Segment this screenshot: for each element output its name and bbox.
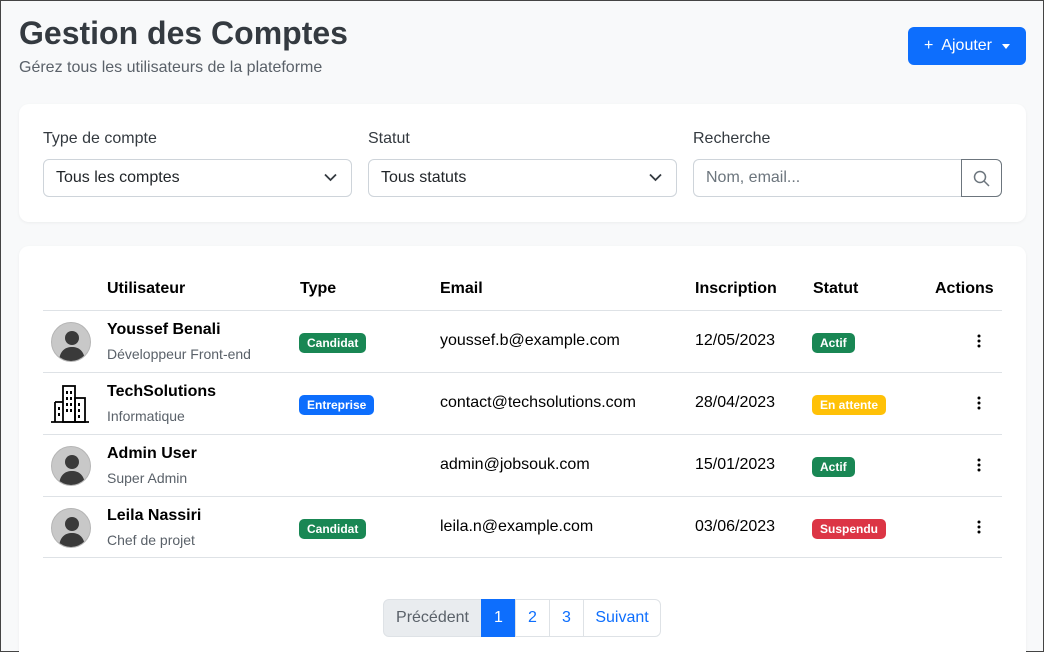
user-role: Chef de projet <box>107 532 195 548</box>
pagination-page-3[interactable]: 3 <box>549 599 584 637</box>
user-name[interactable]: TechSolutions <box>107 383 216 401</box>
page-title: Gestion des Comptes <box>19 15 348 51</box>
person-icon <box>51 508 91 548</box>
search-icon <box>973 170 990 187</box>
user-name[interactable]: Leila Nassiri <box>107 507 201 525</box>
status-filter: Statut Tous statuts <box>368 130 677 197</box>
add-button[interactable]: + Ajouter <box>908 27 1026 65</box>
column-header-status: Statut <box>813 280 859 297</box>
user-name[interactable]: Admin User <box>107 445 197 463</box>
search-input[interactable] <box>693 159 961 197</box>
account-type-filter: Type de compte Tous les comptes <box>43 130 352 197</box>
account-type-select[interactable]: Tous les comptes <box>43 159 352 197</box>
account-type-label: Type de compte <box>43 130 157 147</box>
registration-date: 28/04/2023 <box>695 394 776 411</box>
chevron-down-icon <box>324 173 337 182</box>
type-badge: Candidat <box>299 519 367 539</box>
column-header-user: Utilisateur <box>107 280 186 297</box>
status-badge: Actif <box>812 457 855 477</box>
more-vertical-icon[interactable] <box>977 333 981 349</box>
pagination: Précédent 1 2 3 Suivant <box>383 599 661 637</box>
building-icon <box>51 385 89 423</box>
type-badge: Candidat <box>299 333 367 353</box>
plus-icon: + <box>923 37 934 54</box>
registration-date: 15/01/2023 <box>695 456 776 473</box>
user-role: Développeur Front-end <box>107 346 251 362</box>
add-button-label: Ajouter <box>941 37 993 54</box>
pagination-next[interactable]: Suivant <box>583 599 661 637</box>
status-filter-label: Statut <box>368 130 410 147</box>
column-header-type: Type <box>300 280 337 297</box>
pagination-previous[interactable]: Précédent <box>383 599 482 637</box>
person-icon <box>51 446 91 486</box>
column-header-email: Email <box>440 280 483 297</box>
pagination-page-2[interactable]: 2 <box>515 599 550 637</box>
status-badge: Suspendu <box>812 519 887 539</box>
filters-card: Type de compte Tous les comptes Statut T… <box>19 104 1026 222</box>
chevron-down-icon <box>649 173 662 182</box>
page-subtitle: Gérez tous les utilisateurs de la platef… <box>19 59 323 76</box>
table-row: Youssef Benali Développeur Front-end Can… <box>43 310 1002 372</box>
user-name[interactable]: Youssef Benali <box>107 321 221 339</box>
search-label: Recherche <box>693 130 771 147</box>
pagination-page-1[interactable]: 1 <box>481 599 516 637</box>
registration-date: 12/05/2023 <box>695 332 776 349</box>
search-filter: Recherche <box>693 130 1002 197</box>
user-email: admin@jobsouk.com <box>440 456 590 473</box>
user-email: youssef.b@example.com <box>440 332 620 349</box>
type-badge: Entreprise <box>299 395 375 415</box>
column-header-registration: Inscription <box>695 280 777 297</box>
page-header: Gestion des Comptes Gérez tous les utili… <box>19 15 348 77</box>
user-email: contact@techsolutions.com <box>440 394 636 411</box>
user-role: Informatique <box>107 408 185 424</box>
more-vertical-icon[interactable] <box>977 457 981 473</box>
status-select[interactable]: Tous statuts <box>368 159 677 197</box>
column-header-actions: Actions <box>935 280 994 297</box>
search-group <box>693 159 1002 197</box>
more-vertical-icon[interactable] <box>977 395 981 411</box>
search-button[interactable] <box>961 159 1002 197</box>
user-role: Super Admin <box>107 470 188 486</box>
table-row: Leila Nassiri Chef de projet Candidat le… <box>43 496 1002 558</box>
status-badge: En attente <box>812 395 887 415</box>
registration-date: 03/06/2023 <box>695 518 776 535</box>
status-badge: Actif <box>812 333 855 353</box>
table-row: Admin User Super Admin admin@jobsouk.com… <box>43 434 1002 496</box>
caret-down-icon <box>1002 43 1011 49</box>
user-email: leila.n@example.com <box>440 518 594 535</box>
person-icon <box>51 322 91 362</box>
table-row: TechSolutions Informatique Entreprise co… <box>43 372 1002 434</box>
users-table-card: Utilisateur Type Email Inscription Statu… <box>19 246 1026 652</box>
account-type-value: Tous les comptes <box>56 169 180 186</box>
status-select-value: Tous statuts <box>381 169 467 186</box>
more-vertical-icon[interactable] <box>977 519 981 535</box>
